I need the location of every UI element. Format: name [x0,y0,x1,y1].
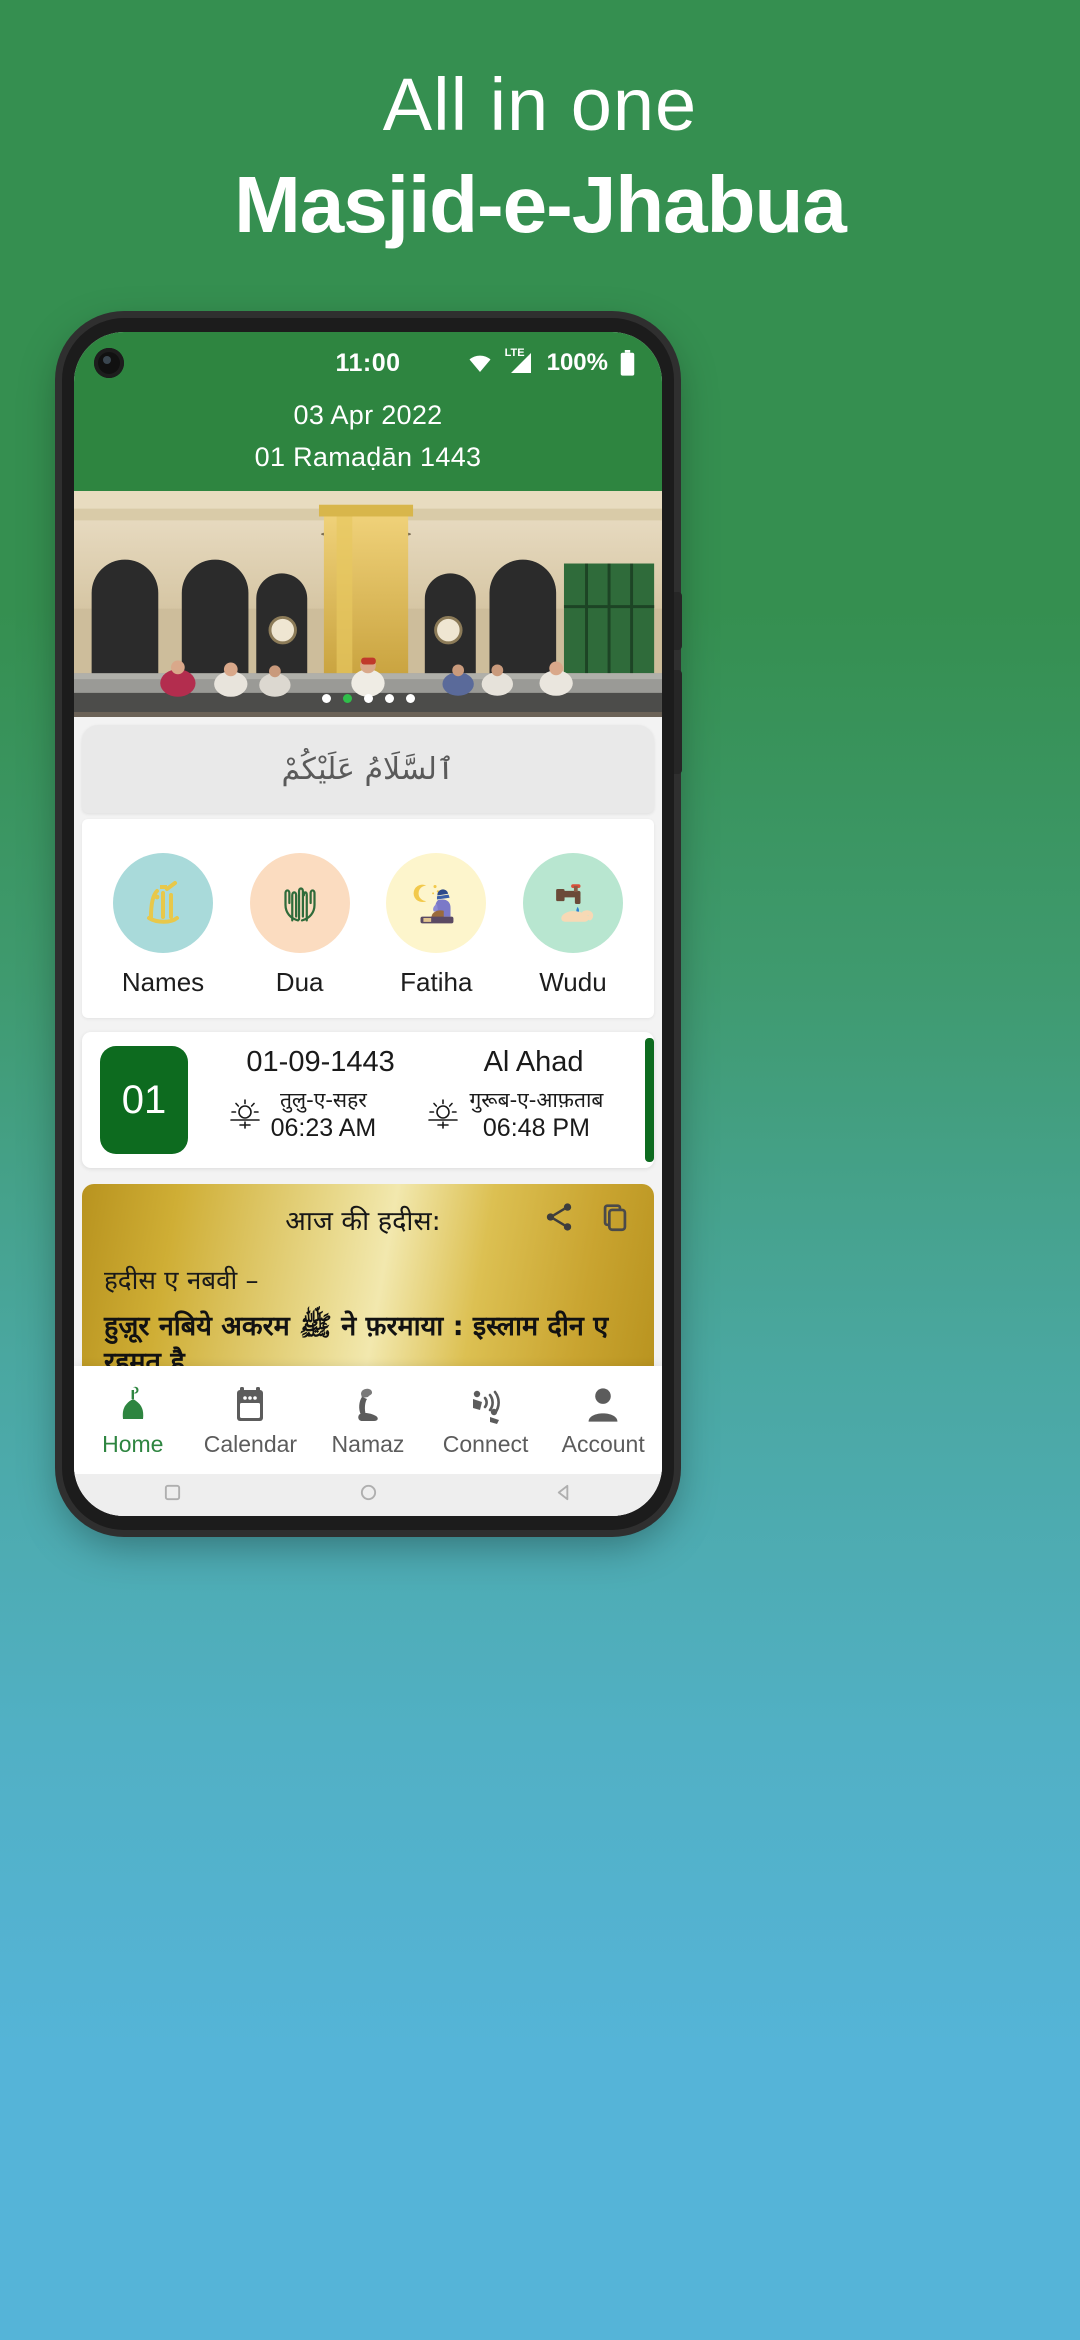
nav-item-calendar[interactable]: Calendar [192,1382,310,1458]
battery-icon [619,349,636,377]
man-praying-moon-icon [386,853,487,953]
sunrise-icon [227,1095,263,1136]
promo-line-2: Masjid-e-Jhabua [234,160,847,249]
phone-screen: 11:00 LTE 100% 03 Apr 2022 01 Ramaḍān 14… [74,332,662,1516]
shortcut-label: Names [121,967,205,997]
nav-item-connect[interactable]: Connect [427,1382,545,1458]
sunset-time: 06:48 PM [482,1114,590,1143]
gregorian-date: 03 Apr 2022 [293,400,443,430]
sunrise-entry: तुलु-ए-सहर 06:23 AM [227,1087,377,1145]
shortcut-label: Wudu [539,967,607,997]
android-gesture-bar [74,1474,662,1516]
shortcut-wudu[interactable]: Wudu [514,853,632,998]
nav-label: Connect [442,1431,529,1457]
prayer-times-card[interactable]: 01 01-09-1443 Al Ahad तुलु-ए-सहर 06:23 A… [82,1032,654,1168]
promo-headline: All in one Masjid-e-Jhabua [0,0,1080,252]
nav-item-account[interactable]: Account [544,1382,662,1458]
sunrise-time: 06:23 AM [270,1114,377,1143]
sunset-entry: गुरूब-ए-आफ़ताब 06:48 PM [425,1087,603,1145]
shortcuts-row: Names Dua Fatiha Wudu [82,819,654,1018]
salaam-text: ٱلسَّلَامُ عَلَيْكُمْ [281,751,455,787]
shortcut-label: Dua [275,967,324,997]
share-icon[interactable] [542,1200,576,1239]
calendar-icon [192,1382,310,1428]
image-carousel[interactable] [74,491,662,717]
camera-icon [94,348,124,378]
date-header: 03 Apr 2022 01 Ramaḍān 1443 [74,394,662,491]
lte-signal-icon: LTE [505,347,536,375]
shortcut-names[interactable]: Names [104,853,222,998]
phone-mockup: 11:00 LTE 100% 03 Apr 2022 01 Ramaḍān 14… [62,318,682,1530]
hadith-title: आज की हदीस: [285,1206,441,1237]
lte-label: LTE [504,347,525,359]
azan-broadcast-icon [427,1382,545,1428]
hadith-card[interactable]: आज की हदीस: हदीस ए नबवी – हुज़ूर नबिये अ… [82,1184,654,1392]
praying-person-icon [309,1382,427,1428]
day-number-badge: 01 [100,1046,188,1154]
nav-label: Home [102,1431,164,1457]
sunrise-label: तुलु-ए-सहर [279,1088,367,1112]
nav-label: Account [561,1431,645,1457]
phone-side-button [674,670,682,774]
sunset-icon [425,1095,461,1136]
carousel-dot[interactable] [405,694,415,703]
card-accent-bar [645,1038,654,1162]
person-icon [544,1382,662,1428]
mosque-icon [74,1382,192,1428]
carousel-dot[interactable] [363,694,373,703]
promo-line-1: All in one [382,63,698,146]
nav-label: Calendar [203,1431,298,1457]
shortcut-fatiha[interactable]: Fatiha [377,853,495,998]
hijri-numeric-date: 01-09-1443 [246,1046,395,1078]
carousel-dot[interactable] [384,694,394,703]
day-name: Al Ahad [483,1046,584,1078]
carousel-dot[interactable] [321,694,331,703]
tap-water-hand-icon [522,853,623,953]
nav-item-home[interactable]: Home [74,1382,192,1458]
nav-label: Namaz [331,1431,405,1457]
battery-percent: 100% [546,349,608,376]
allah-calligraphy-icon [113,853,213,953]
carousel-dots[interactable] [74,694,662,703]
nav-item-namaz[interactable]: Namaz [309,1382,427,1458]
bottom-navigation: Home Calendar Namaz Connect Account [74,1366,662,1474]
praying-hands-icon [249,853,350,953]
home-content: ٱلسَّلَامُ عَلَيْكُمْ Names Dua Fatiha W… [74,491,662,1516]
salaam-card: ٱلسَّلَامُ عَلَيْكُمْ [82,725,654,813]
status-bar: 11:00 LTE 100% [74,332,662,394]
sunset-label: गुरूब-ए-आफ़ताब [469,1088,604,1112]
carousel-dot-active[interactable] [342,694,352,703]
mosque-photo [74,491,662,713]
hijri-date: 01 Ramaḍān 1443 [254,442,482,472]
hadith-subtitle: हदीस ए नबवी – [104,1266,259,1296]
shortcut-dua[interactable]: Dua [241,853,359,998]
recents-square-icon[interactable] [163,1483,182,1507]
wifi-icon [465,351,495,375]
copy-icon[interactable] [598,1200,632,1239]
home-circle-icon[interactable] [359,1483,378,1507]
back-triangle-icon[interactable] [555,1483,574,1507]
shortcut-label: Fatiha [400,967,473,997]
